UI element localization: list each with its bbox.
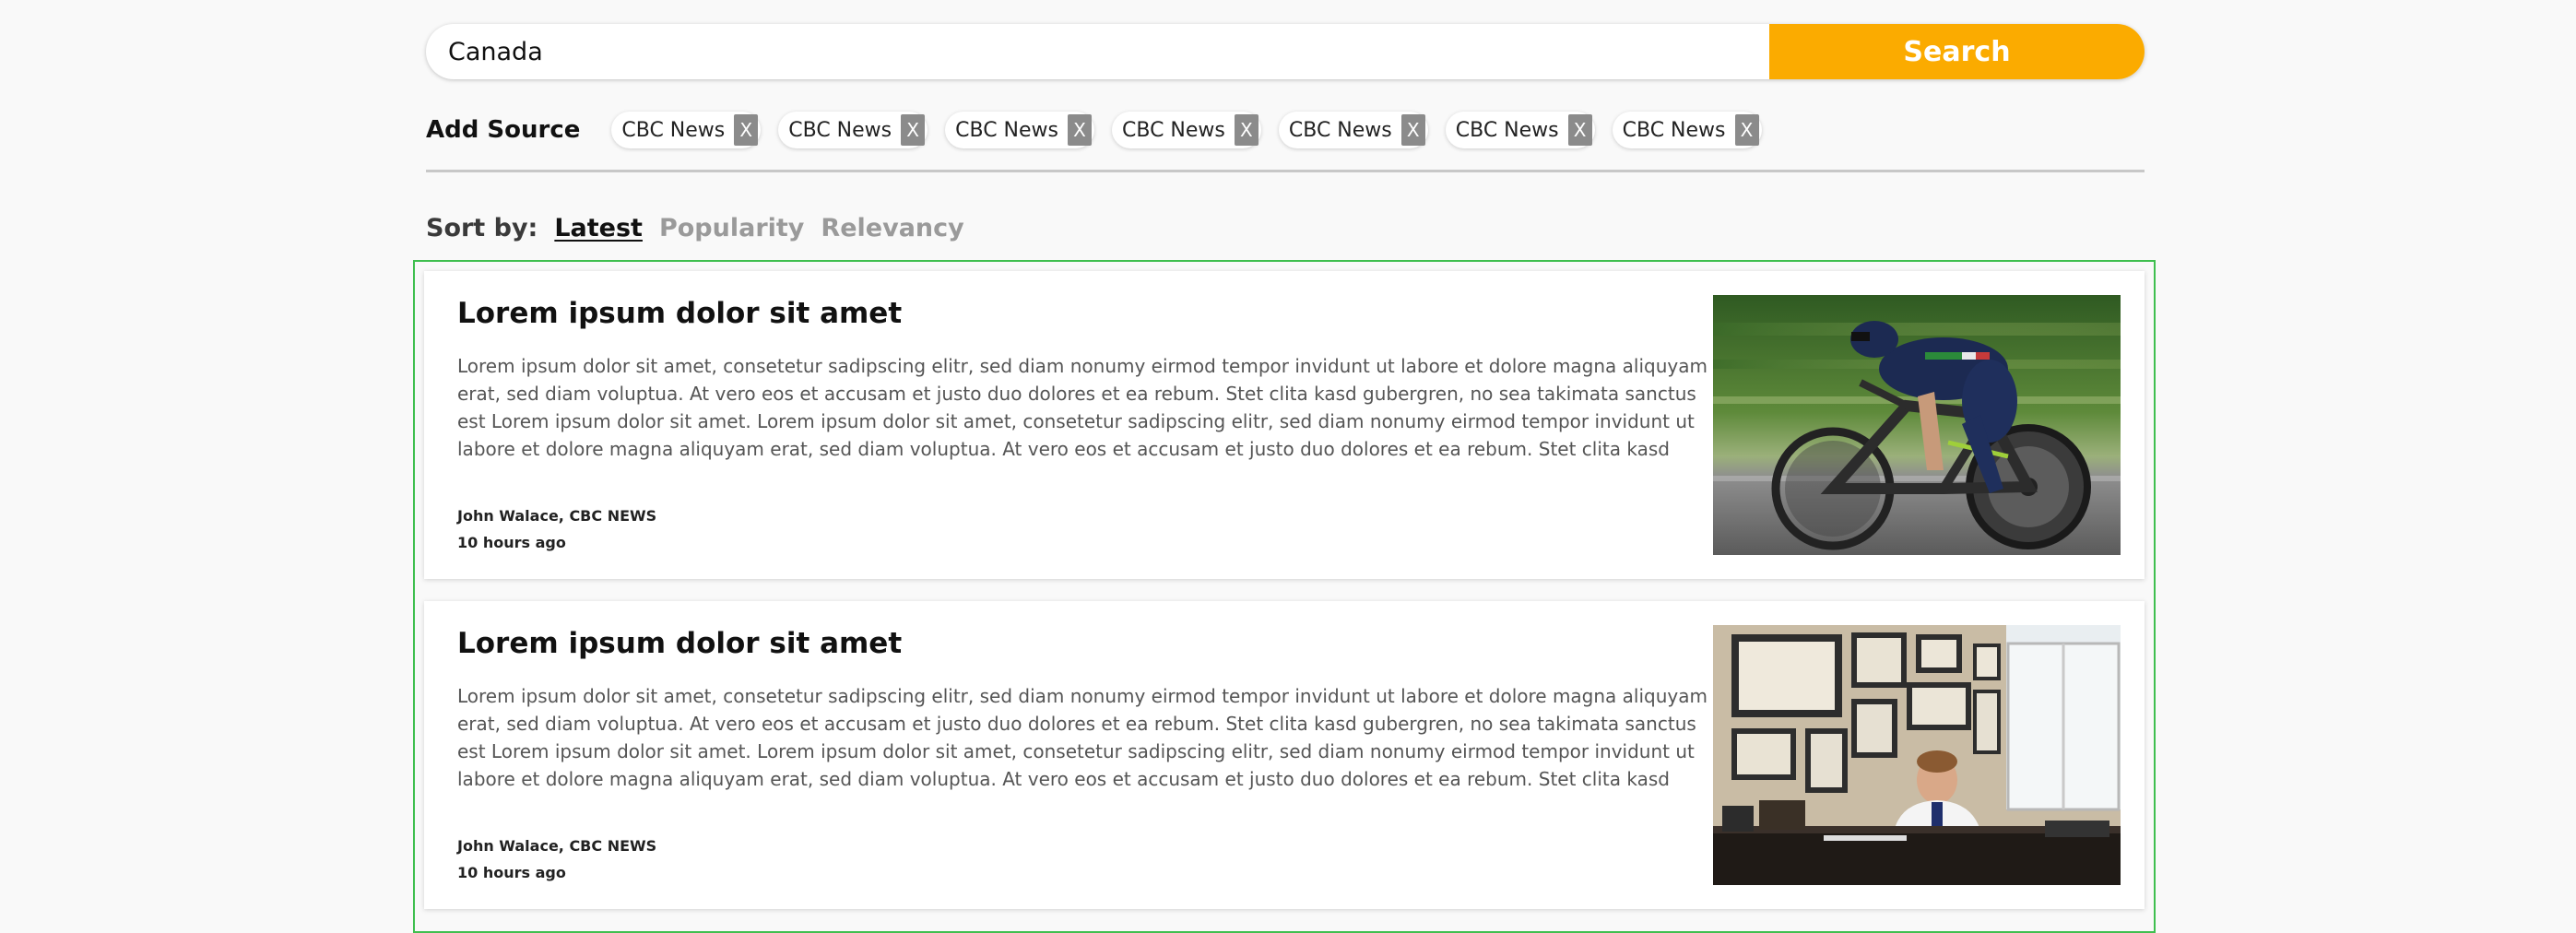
sort-label: Sort by:: [426, 214, 538, 242]
sort-option-latest[interactable]: Latest: [554, 214, 643, 242]
article-card[interactable]: Lorem ipsum dolor sit amet Lorem ipsum d…: [424, 271, 2145, 579]
source-chip[interactable]: CBC News X: [1612, 112, 1762, 148]
source-chip[interactable]: CBC News X: [611, 112, 762, 148]
source-chip-label: CBC News: [1622, 118, 1726, 142]
article-image-office[interactable]: [1713, 625, 2121, 885]
sort-row: Sort by: Latest Popularity Relevancy: [426, 214, 981, 242]
add-source-label[interactable]: Add Source: [426, 116, 580, 144]
source-chip[interactable]: CBC News X: [945, 112, 1094, 148]
source-chip[interactable]: CBC News X: [1278, 112, 1428, 148]
divider: [426, 170, 2145, 172]
remove-source-button[interactable]: X: [734, 114, 759, 146]
source-chip[interactable]: CBC News X: [778, 112, 928, 148]
remove-source-button[interactable]: X: [901, 114, 926, 146]
article-author: John Walace, CBC NEWS: [457, 837, 657, 855]
article-title[interactable]: Lorem ipsum dolor sit amet: [457, 297, 902, 330]
article-card[interactable]: Lorem ipsum dolor sit amet Lorem ipsum d…: [424, 601, 2145, 909]
remove-source-button[interactable]: X: [1734, 114, 1759, 146]
source-chip-label: CBC News: [1288, 118, 1392, 142]
source-chip-label: CBC News: [788, 118, 892, 142]
source-chip-label: CBC News: [1122, 118, 1225, 142]
source-chip[interactable]: CBC News X: [1112, 112, 1261, 148]
sort-option-popularity[interactable]: Popularity: [659, 214, 804, 242]
source-chip-label: CBC News: [621, 118, 726, 142]
doctor-office-photo: [1713, 625, 2121, 885]
article-author: John Walace, CBC NEWS: [457, 507, 657, 525]
remove-source-button[interactable]: X: [1234, 114, 1258, 146]
search-bar: Search: [426, 24, 2145, 79]
cyclist-photo: [1713, 295, 2121, 555]
article-time: 10 hours ago: [457, 864, 566, 881]
article-title[interactable]: Lorem ipsum dolor sit amet: [457, 627, 902, 660]
remove-source-button[interactable]: X: [1400, 114, 1425, 146]
remove-source-button[interactable]: X: [1567, 114, 1592, 146]
article-summary: Lorem ipsum dolor sit amet, consetetur s…: [457, 355, 1707, 460]
article-image-cyclist[interactable]: [1713, 295, 2121, 555]
source-chip-label: CBC News: [955, 118, 1058, 142]
remove-source-button[interactable]: X: [1068, 114, 1092, 146]
search-button[interactable]: Search: [1769, 24, 2145, 79]
source-chip-label: CBC News: [1455, 118, 1559, 142]
sort-option-relevancy[interactable]: Relevancy: [821, 214, 963, 242]
source-chip[interactable]: CBC News X: [1445, 112, 1595, 148]
article-time: 10 hours ago: [457, 534, 566, 551]
source-row: Add Source CBC News X CBC News X CBC New…: [426, 107, 1779, 153]
article-summary: Lorem ipsum dolor sit amet, consetetur s…: [457, 685, 1707, 790]
search-input[interactable]: [426, 24, 1769, 79]
